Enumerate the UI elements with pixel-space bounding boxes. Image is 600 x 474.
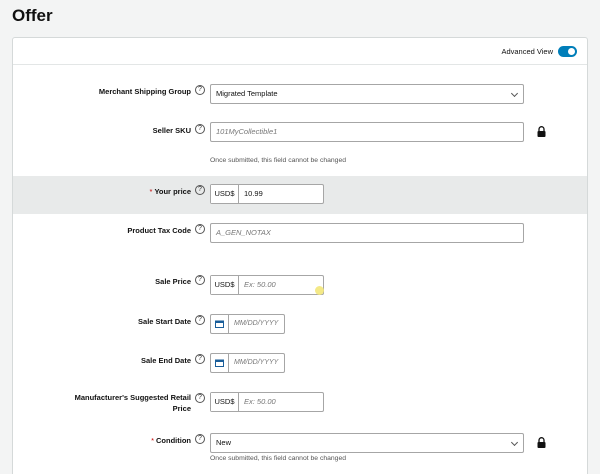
help-icon[interactable]: ? — [195, 185, 205, 195]
lock-icon — [537, 437, 546, 448]
condition-label: * Condition — [151, 435, 191, 446]
chevron-down-icon — [510, 438, 519, 447]
seller-sku-input[interactable]: 101MyCollectible1 — [210, 122, 524, 142]
sale-end-date-input[interactable]: MM/DD/YYYY — [210, 353, 285, 373]
panel-header: Advanced View — [13, 38, 587, 65]
sale-price-input[interactable]: USD$ Ex: 50.00 — [210, 275, 324, 295]
condition-note: Once submitted, this field cannot be cha… — [210, 455, 347, 462]
calendar-button[interactable] — [211, 315, 229, 333]
chevron-down-icon — [510, 89, 519, 98]
msrp-input[interactable]: USD$ Ex: 50.00 — [210, 392, 324, 412]
shipping-group-select[interactable]: Migrated Template — [210, 84, 524, 104]
help-icon[interactable]: ? — [195, 354, 205, 364]
tax-code-input[interactable]: A_GEN_NOTAX — [210, 223, 524, 243]
tax-code-label: Product Tax Code — [127, 226, 191, 235]
help-icon[interactable]: ? — [195, 224, 205, 234]
lock-icon — [537, 126, 546, 137]
sale-end-placeholder: MM/DD/YYYY — [234, 359, 279, 366]
your-price-value: 10.99 — [244, 189, 263, 198]
toggle-knob — [568, 48, 575, 55]
shipping-group-label: Merchant Shipping Group — [98, 87, 191, 96]
seller-sku-label: Seller SKU — [152, 126, 191, 135]
advanced-view-label: Advanced View — [501, 47, 553, 56]
offer-panel: Advanced View Merchant Shipping Group ? … — [12, 37, 588, 474]
your-price-label: * Your price — [150, 186, 191, 197]
your-price-input[interactable]: USD$ 10.99 — [210, 184, 324, 204]
sale-start-placeholder: MM/DD/YYYY — [234, 320, 279, 327]
shipping-group-value: Migrated Template — [216, 89, 278, 98]
sale-price-placeholder: Ex: 50.00 — [244, 280, 276, 289]
calendar-button[interactable] — [211, 354, 229, 372]
msrp-label-line2: Price — [172, 404, 191, 413]
cursor-highlight — [315, 286, 324, 295]
seller-sku-note: Once submitted, this field cannot be cha… — [210, 157, 347, 164]
condition-label-text: Condition — [156, 436, 191, 445]
required-mark: * — [149, 187, 153, 196]
help-icon[interactable]: ? — [195, 393, 205, 403]
msrp-label: Manufacturer's Suggested Retail Price — [51, 392, 191, 414]
currency-label: USD$ — [211, 276, 239, 294]
calendar-icon — [215, 320, 224, 328]
advanced-view-toggle[interactable] — [558, 46, 577, 57]
help-icon[interactable]: ? — [195, 434, 205, 444]
currency-label: USD$ — [211, 393, 239, 411]
condition-select[interactable]: New — [210, 433, 524, 453]
condition-value: New — [216, 438, 232, 447]
sale-start-date-input[interactable]: MM/DD/YYYY — [210, 314, 285, 334]
help-icon[interactable]: ? — [195, 315, 205, 325]
sale-end-label: Sale End Date — [140, 356, 191, 365]
currency-label: USD$ — [211, 185, 239, 203]
msrp-label-line1: Manufacturer's Suggested Retail — [74, 393, 191, 402]
page-title: Offer — [12, 6, 53, 25]
help-icon[interactable]: ? — [195, 85, 205, 95]
sale-start-label: Sale Start Date — [138, 317, 191, 326]
calendar-icon — [215, 359, 224, 367]
your-price-label-text: Your price — [154, 187, 191, 196]
sale-price-label: Sale Price — [155, 277, 191, 286]
help-icon[interactable]: ? — [195, 275, 205, 285]
msrp-placeholder: Ex: 50.00 — [244, 397, 276, 406]
help-icon[interactable]: ? — [195, 124, 205, 134]
required-mark: * — [151, 436, 154, 445]
